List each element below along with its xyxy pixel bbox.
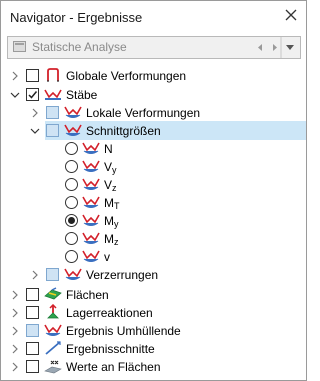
expand-chevron-icon[interactable] [10, 326, 20, 336]
tree-item-schnittgroessen[interactable]: Schnittgrößen [1, 122, 306, 142]
next-arrow-icon [273, 44, 277, 51]
analysis-selector[interactable]: Statische Analyse [7, 36, 301, 59]
radio-item-mz[interactable]: Mz [1, 230, 306, 250]
radio-item-v[interactable]: v [1, 248, 306, 268]
dropdown-arrow-icon [286, 45, 294, 50]
expand-chevron-icon[interactable] [10, 290, 20, 300]
checkbox-ergebnis-umhuellende[interactable] [26, 324, 39, 337]
checkbox-verzerrungen[interactable] [46, 268, 59, 281]
checkbox-lagerreaktionen[interactable] [26, 306, 39, 319]
radio-item-vz[interactable]: Vz [1, 176, 306, 196]
checkmark-icon [28, 91, 38, 99]
label-lagerreaktionen: Lagerreaktionen [66, 306, 153, 320]
label-schnittgroessen: Schnittgrößen [86, 124, 161, 138]
tree-item-ergebnisschnitte[interactable]: Ergebnisschnitte [1, 340, 306, 360]
tree-item-flaechen[interactable]: Flächen [1, 286, 306, 306]
collapse-chevron-icon[interactable] [10, 90, 20, 100]
internal-force-component-icon [82, 142, 100, 154]
member-icon [44, 89, 62, 100]
result-section-icon [45, 341, 61, 355]
label-my: My [104, 214, 119, 229]
radio-mz[interactable] [65, 232, 78, 245]
support-reaction-icon [47, 304, 59, 319]
tree-item-verzerrungen[interactable]: Verzerrungen [1, 266, 306, 286]
label-ergebnisschnitte: Ergebnisschnitte [66, 342, 155, 356]
radio-v[interactable] [65, 250, 78, 263]
label-staebe: Stäbe [66, 88, 98, 102]
expand-chevron-icon[interactable] [30, 108, 40, 118]
internal-forces-icon [64, 124, 82, 136]
expand-chevron-icon[interactable] [10, 344, 20, 354]
label-vy: Vy [104, 160, 117, 175]
label-n: N [104, 142, 113, 156]
label-v: v [104, 250, 110, 264]
tree-item-staebe[interactable]: Stäbe [1, 86, 306, 106]
label-lokale-verformungen: Lokale Verformungen [86, 106, 201, 120]
radio-item-my[interactable]: My [1, 212, 306, 232]
local-deformation-icon [64, 106, 82, 118]
envelope-icon [44, 324, 62, 336]
checkbox-staebe[interactable] [26, 88, 39, 101]
surface-values-icon [44, 360, 62, 374]
analysis-type-icon [13, 41, 26, 52]
surface-icon [44, 287, 62, 300]
radio-item-vy[interactable]: Vy [1, 158, 306, 178]
tree-item-ergebnis-umhuellende[interactable]: Ergebnis Umhüllende [1, 322, 306, 342]
label-ergebnis-umhuellende: Ergebnis Umhüllende [66, 324, 181, 338]
expand-chevron-icon[interactable] [10, 362, 20, 372]
tree-item-lokale-verformungen[interactable]: Lokale Verformungen [1, 104, 306, 124]
internal-force-component-icon [82, 196, 100, 208]
label-globale-verformungen: Globale Verformungen [66, 69, 187, 83]
label-mt: MT [104, 196, 120, 211]
radio-vz[interactable] [65, 178, 78, 191]
selector-arrows[interactable] [246, 37, 300, 58]
internal-force-component-icon [82, 232, 100, 244]
tree-item-globale-verformungen[interactable]: Globale Verformungen [1, 67, 306, 87]
radio-my[interactable] [65, 214, 78, 227]
checkbox-schnittgroessen[interactable] [46, 124, 59, 137]
strain-icon [64, 268, 82, 280]
radio-item-n[interactable]: N [1, 140, 306, 160]
close-icon[interactable] [284, 8, 298, 22]
expand-chevron-icon[interactable] [10, 71, 20, 81]
global-deformation-icon [47, 68, 59, 82]
tree-item-lagerreaktionen[interactable]: Lagerreaktionen [1, 304, 306, 324]
radio-mt[interactable] [65, 196, 78, 209]
checkbox-werte-an-flaechen[interactable] [26, 360, 39, 373]
analysis-selector-label: Statische Analyse [32, 40, 127, 54]
radio-n[interactable] [65, 142, 78, 155]
internal-force-component-icon [82, 178, 100, 190]
navigator-window: Navigator - Ergebnisse Statische Analyse… [0, 0, 307, 381]
previous-arrow-icon [258, 44, 262, 51]
internal-force-component-icon [82, 214, 100, 226]
radio-item-mt[interactable]: MT [1, 194, 306, 214]
radio-vy[interactable] [65, 160, 78, 173]
tree-item-werte-an-flaechen[interactable]: Werte an Flächen [1, 358, 306, 378]
label-verzerrungen: Verzerrungen [86, 268, 159, 282]
label-vz: Vz [104, 178, 117, 193]
checkbox-flaechen[interactable] [26, 288, 39, 301]
expand-chevron-icon[interactable] [10, 308, 20, 318]
title-bar: Navigator - Ergebnisse [1, 1, 306, 33]
internal-force-component-icon [82, 250, 100, 262]
checkbox-globale-verformungen[interactable] [26, 69, 39, 82]
label-flaechen: Flächen [66, 288, 109, 302]
internal-force-component-icon [82, 160, 100, 172]
label-mz: Mz [104, 232, 119, 247]
label-werte-an-flaechen: Werte an Flächen [66, 360, 161, 374]
checkbox-lokale-verformungen[interactable] [46, 106, 59, 119]
checkbox-ergebnisschnitte[interactable] [26, 342, 39, 355]
expand-chevron-icon[interactable] [30, 270, 40, 280]
window-title: Navigator - Ergebnisse [10, 10, 143, 25]
collapse-chevron-icon[interactable] [30, 126, 40, 136]
